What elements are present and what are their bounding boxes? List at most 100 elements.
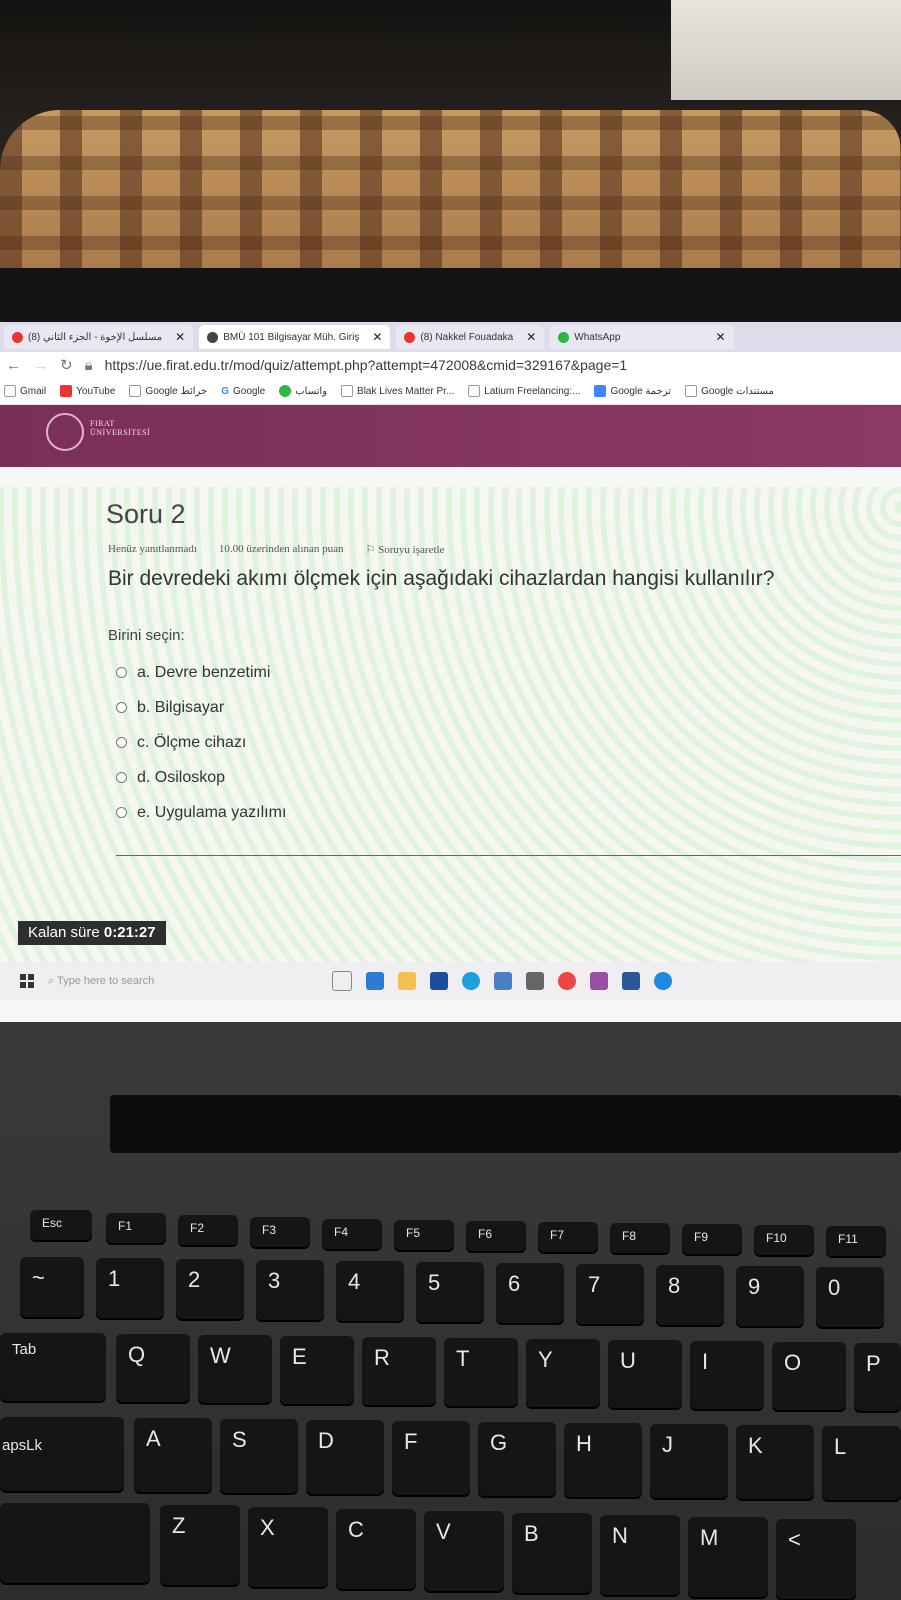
- key-d[interactable]: D: [306, 1420, 384, 1494]
- key-f4[interactable]: F4: [322, 1219, 382, 1249]
- key-3[interactable]: 3: [256, 1260, 324, 1320]
- url-field[interactable]: https://ue.firat.edu.tr/mod/quiz/attempt…: [105, 357, 628, 373]
- forward-arrow-icon[interactable]: →: [33, 357, 48, 374]
- outlook-icon[interactable]: [366, 972, 384, 990]
- key-f10[interactable]: F10: [754, 1225, 814, 1255]
- radio-button[interactable]: [116, 667, 127, 678]
- key-6[interactable]: 6: [496, 1263, 564, 1323]
- key-7[interactable]: 7: [576, 1264, 644, 1324]
- key-0[interactable]: 0: [816, 1267, 884, 1327]
- key-tab[interactable]: Tab: [0, 1333, 106, 1401]
- key-tilde[interactable]: ~: [20, 1257, 84, 1317]
- key-capslock[interactable]: apsLk: [0, 1417, 124, 1491]
- option-d[interactable]: d. Osiloskop: [116, 760, 286, 795]
- option-e[interactable]: e. Uygulama yazılımı: [116, 795, 286, 830]
- bookmark-blm[interactable]: Blak Lives Matter Pr...: [341, 385, 454, 397]
- task-view-icon[interactable]: [332, 971, 352, 991]
- close-icon[interactable]: ✕: [715, 330, 725, 344]
- option-c[interactable]: c. Ölçme cihazı: [116, 725, 286, 760]
- app-circle-icon[interactable]: [654, 972, 672, 990]
- taskbar-search[interactable]: ⌕ Type here to search: [48, 975, 318, 988]
- bookmark-youtube[interactable]: YouTube: [60, 385, 115, 397]
- key-5[interactable]: 5: [416, 1262, 484, 1322]
- close-icon[interactable]: ✕: [526, 330, 536, 344]
- key-e[interactable]: E: [280, 1336, 354, 1404]
- word-icon[interactable]: [622, 972, 640, 990]
- chrome-icon[interactable]: [558, 972, 576, 990]
- key-l[interactable]: L: [822, 1426, 901, 1500]
- key-t[interactable]: T: [444, 1338, 518, 1406]
- key-comma[interactable]: <: [776, 1519, 856, 1599]
- key-o[interactable]: O: [772, 1342, 846, 1410]
- app-icon[interactable]: [526, 972, 544, 990]
- key-h[interactable]: H: [564, 1423, 642, 1497]
- key-1[interactable]: 1: [96, 1258, 164, 1318]
- key-f8[interactable]: F8: [610, 1223, 670, 1253]
- close-icon[interactable]: ✕: [175, 330, 185, 344]
- bookmark-latium[interactable]: Latium Freelancing:...: [468, 385, 580, 397]
- radio-button[interactable]: [116, 772, 127, 783]
- winrar-icon[interactable]: [590, 972, 608, 990]
- edge-icon[interactable]: [462, 972, 480, 990]
- key-esc[interactable]: Esc: [30, 1210, 92, 1240]
- mail-icon[interactable]: [494, 972, 512, 990]
- refresh-icon[interactable]: ↻: [60, 356, 73, 374]
- key-4[interactable]: 4: [336, 1261, 404, 1321]
- key-9[interactable]: 9: [736, 1266, 804, 1326]
- key-x[interactable]: X: [248, 1507, 328, 1587]
- flag-question-link[interactable]: ⚐ Soruyu işaretle: [366, 543, 445, 556]
- radio-button[interactable]: [116, 737, 127, 748]
- key-q[interactable]: Q: [116, 1334, 190, 1402]
- key-f1[interactable]: F1: [106, 1213, 166, 1243]
- tab-nakkel[interactable]: (8) Nakkel Fouadaka ✕: [396, 325, 545, 349]
- radio-button[interactable]: [116, 807, 127, 818]
- key-v[interactable]: V: [424, 1511, 504, 1591]
- key-f[interactable]: F: [392, 1421, 470, 1495]
- key-f2[interactable]: F2: [178, 1215, 238, 1245]
- key-r[interactable]: R: [362, 1337, 436, 1405]
- key-2[interactable]: 2: [176, 1259, 244, 1319]
- key-n[interactable]: N: [600, 1515, 680, 1595]
- key-y[interactable]: Y: [526, 1339, 600, 1407]
- bookmark-gmail[interactable]: Gmail: [4, 385, 46, 397]
- key-f11[interactable]: F11: [826, 1226, 886, 1256]
- back-arrow-icon[interactable]: ←: [6, 357, 21, 374]
- bookmark-google[interactable]: G Google: [221, 386, 265, 397]
- tab-whatsapp[interactable]: WhatsApp ✕: [550, 325, 734, 349]
- key-j[interactable]: J: [650, 1424, 728, 1498]
- option-a[interactable]: a. Devre benzetimi: [116, 655, 286, 690]
- key-8[interactable]: 8: [656, 1265, 724, 1325]
- tab-quiz[interactable]: BMÜ 101 Bilgisayar Müh. Giriş ✕: [199, 325, 391, 349]
- store-icon[interactable]: [430, 972, 448, 990]
- key-f5[interactable]: F5: [394, 1220, 454, 1250]
- key-z[interactable]: Z: [160, 1505, 240, 1585]
- windows-start-icon[interactable]: [20, 974, 34, 988]
- option-b[interactable]: b. Bilgisayar: [116, 690, 286, 725]
- key-shift[interactable]: [0, 1503, 150, 1583]
- tab-series[interactable]: مسلسل الإخوة - الجزء الثاني (8) ✕: [4, 325, 194, 349]
- bookmark-translate[interactable]: Google ترجمة: [594, 385, 671, 397]
- key-f6[interactable]: F6: [466, 1221, 526, 1251]
- key-i[interactable]: I: [690, 1341, 764, 1409]
- key-u[interactable]: U: [608, 1340, 682, 1408]
- key-w[interactable]: W: [198, 1335, 272, 1403]
- key-label: O: [784, 1350, 802, 1375]
- key-a[interactable]: A: [134, 1418, 212, 1492]
- key-c[interactable]: C: [336, 1509, 416, 1589]
- key-p[interactable]: P: [854, 1343, 901, 1411]
- key-m[interactable]: M: [688, 1517, 768, 1597]
- key-f7[interactable]: F7: [538, 1222, 598, 1252]
- close-icon[interactable]: ✕: [372, 330, 382, 344]
- bookmark-docs[interactable]: Google مستندات: [685, 385, 774, 397]
- bookmark-whatsapp[interactable]: واتساب: [279, 385, 327, 397]
- key-b[interactable]: B: [512, 1513, 592, 1593]
- key-f3[interactable]: F3: [250, 1217, 310, 1247]
- radio-button[interactable]: [116, 702, 127, 713]
- key-k[interactable]: K: [736, 1425, 814, 1499]
- key-g[interactable]: G: [478, 1422, 556, 1496]
- key-f9[interactable]: F9: [682, 1224, 742, 1254]
- bookmark-maps[interactable]: Google خرائط: [129, 385, 207, 397]
- university-seal-icon[interactable]: [46, 413, 84, 451]
- key-s[interactable]: S: [220, 1419, 298, 1493]
- file-explorer-icon[interactable]: [398, 972, 416, 990]
